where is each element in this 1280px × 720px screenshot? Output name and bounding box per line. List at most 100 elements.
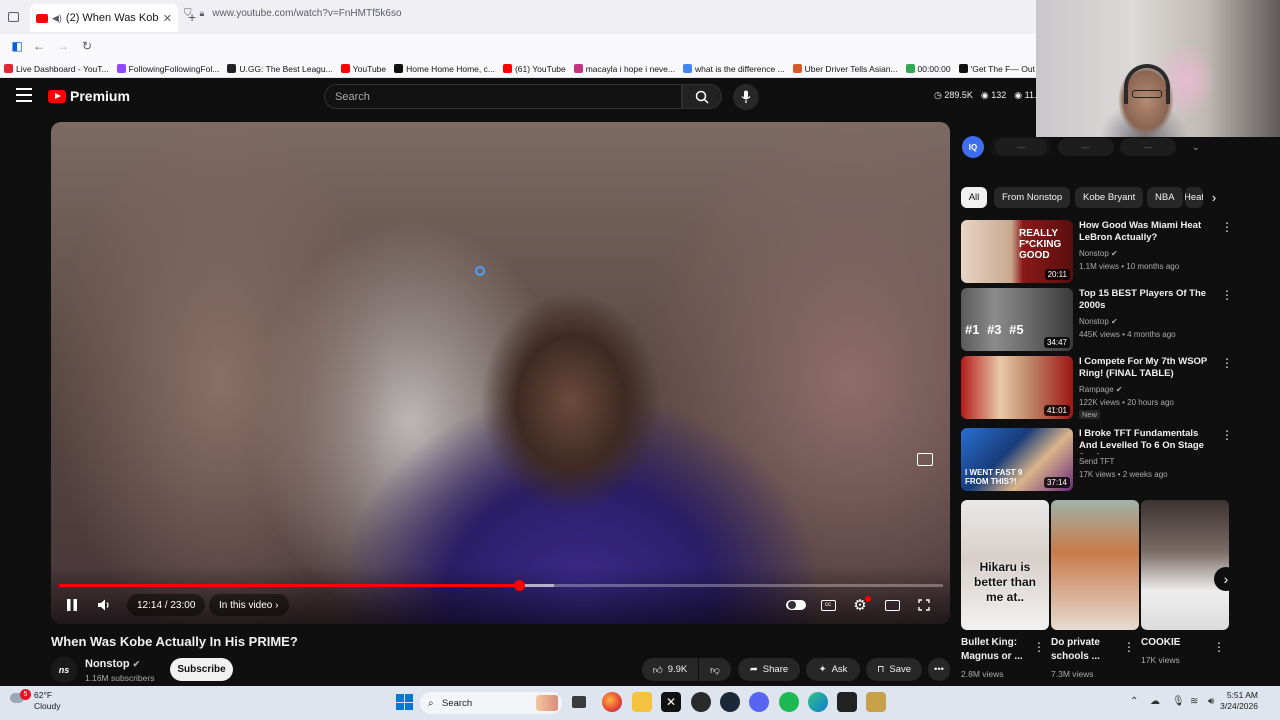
video-thumbnail[interactable]: #1 #3 #5 34:47 <box>961 288 1073 351</box>
discord-icon[interactable] <box>749 692 769 712</box>
short-thumbnail[interactable] <box>1141 500 1229 630</box>
recommendation-item[interactable]: I WENT FAST 9 FROM THIS?! 37:14 I Broke … <box>961 428 1233 492</box>
share-button[interactable]: ➦ Share <box>738 658 800 681</box>
edge-icon[interactable] <box>808 692 828 712</box>
recommendation-channel[interactable]: Rampage ✔ <box>1079 385 1123 394</box>
short-title[interactable]: Do private schools ... <box>1051 636 1121 664</box>
shield-icon[interactable]: ⛉ <box>184 8 192 19</box>
shorts-next-icon[interactable]: › <box>1214 567 1238 591</box>
video-thumbnail[interactable]: REALLY F*CKING GOOD 20:11 <box>961 220 1073 283</box>
bookmark-item[interactable]: U.GG: The Best Leagu... <box>223 64 336 74</box>
recommendation-item[interactable]: #1 #3 #5 34:47 Top 15 BEST Players Of Th… <box>961 288 1233 352</box>
fullscreen-button[interactable] <box>913 594 935 616</box>
short-title[interactable]: Bullet King: Magnus or ... <box>961 636 1031 664</box>
chip-kobe-bryant[interactable]: Kobe Bryant <box>1075 187 1144 208</box>
more-options-icon[interactable]: ⋮ <box>1123 640 1135 654</box>
short-thumbnail[interactable] <box>1051 500 1139 630</box>
sidebar-toggle-icon[interactable]: ◧ <box>10 39 24 53</box>
bookmark-item[interactable]: YouTube <box>337 64 390 74</box>
channel-name[interactable]: Nonstop ✔ <box>85 658 140 670</box>
bookmark-item[interactable]: FollowingFollowingFol... <box>113 64 224 74</box>
close-tab-icon[interactable]: ✕ <box>163 12 172 25</box>
more-actions-button[interactable]: ••• <box>928 658 950 681</box>
taskbar-search[interactable]: ⌕ Search <box>420 692 562 714</box>
tab-list-icon[interactable] <box>8 12 19 22</box>
chip-heat[interactable]: Heat <box>1185 187 1203 208</box>
short-thumbnail[interactable]: Hikaru is better than me at.. <box>961 500 1049 630</box>
theater-mode-button[interactable] <box>881 594 903 616</box>
more-options-icon[interactable]: ⋮ <box>1033 640 1045 654</box>
bookmark-item[interactable]: (61) YouTube <box>499 64 570 74</box>
progress-bar[interactable] <box>59 580 943 591</box>
wifi-icon[interactable]: ≋ <box>1190 696 1198 707</box>
video-thumbnail[interactable]: I WENT FAST 9 FROM THIS?! 37:14 <box>961 428 1073 491</box>
subscribe-button[interactable]: Subscribe <box>170 658 233 681</box>
bookmark-item[interactable]: Uber Driver Tells Asian... <box>789 64 902 74</box>
menu-icon[interactable] <box>16 88 32 102</box>
video-player[interactable]: 12:14 / 23:00 In this video › cc ⚙ <box>51 122 950 624</box>
search-input[interactable]: Search <box>324 84 682 109</box>
chip-nba[interactable]: NBA <box>1147 187 1183 208</box>
obs-icon[interactable] <box>691 692 711 712</box>
recommendation-item[interactable]: 41:01 I Compete For My 7th WSOP Ring! (F… <box>961 356 1233 426</box>
forward-icon[interactable]: → <box>56 39 70 53</box>
windows-start-icon[interactable] <box>394 692 414 712</box>
recommendation-channel[interactable]: Nonstop ✔ <box>1079 317 1118 326</box>
lock-icon[interactable]: 🔒︎ <box>200 8 205 19</box>
miniplayer-icon[interactable] <box>917 453 933 466</box>
search-button[interactable] <box>682 84 722 109</box>
chip-all[interactable]: All <box>961 187 987 208</box>
iq-pill-2[interactable]: — <box>1058 138 1114 156</box>
chips-next-icon[interactable]: › <box>1204 187 1224 208</box>
mic-tray-icon[interactable]: 🎙︎ <box>1172 696 1185 707</box>
recommendation-item[interactable]: REALLY F*CKING GOOD 20:11 How Good Was M… <box>961 220 1233 284</box>
volume-button[interactable] <box>93 594 115 616</box>
firefox-icon[interactable] <box>602 692 622 712</box>
steam-icon[interactable] <box>720 692 740 712</box>
app-icon[interactable] <box>837 692 857 712</box>
recommendation-title[interactable]: I Compete For My 7th WSOP Ring! (FINAL T… <box>1079 356 1215 380</box>
x-app-icon[interactable]: ✕ <box>661 692 681 712</box>
more-options-icon[interactable]: ⋮ <box>1221 221 1233 233</box>
captions-button[interactable]: cc <box>817 594 839 616</box>
iq-pill-1[interactable]: — <box>995 138 1047 156</box>
chevron-down-icon[interactable]: ⌄ <box>1192 142 1200 153</box>
youtube-premium-logo[interactable]: Premium <box>48 88 130 104</box>
browser-tab-active[interactable]: ◀) (2) When Was Kobe Actuall ✕ <box>30 4 178 32</box>
short-title[interactable]: COOKIE <box>1141 636 1211 650</box>
voice-search-button[interactable] <box>733 84 759 110</box>
recommendation-channel[interactable]: Send TFT <box>1079 457 1114 466</box>
app-w-icon[interactable] <box>866 692 886 712</box>
recommendation-title[interactable]: How Good Was Miami Heat LeBron Actually? <box>1079 220 1215 244</box>
back-icon[interactable]: ← <box>32 39 46 53</box>
iq-pill-group[interactable]: — <box>990 137 1052 157</box>
task-view-icon[interactable] <box>572 696 586 708</box>
channel-avatar[interactable]: ns <box>51 657 77 683</box>
chapter-button[interactable]: In this video › <box>209 594 289 616</box>
bookmark-item[interactable]: Live Dashboard - YouT... <box>0 64 113 74</box>
iq-logo[interactable]: IQ <box>962 136 984 158</box>
settings-button[interactable]: ⚙ <box>849 594 871 616</box>
progress-scrubber[interactable] <box>513 580 525 591</box>
weather-widget[interactable]: 62°F Cloudy <box>34 690 60 712</box>
system-clock[interactable]: 5:51 AM 3/24/2026 <box>1220 690 1258 712</box>
recommendation-title[interactable]: I Broke TFT Fundamentals And Levelled To… <box>1079 428 1215 454</box>
bookmark-item[interactable]: 00:00:00 <box>902 64 955 74</box>
pause-button[interactable] <box>61 594 83 616</box>
iq-pill-3[interactable]: — <box>1120 138 1176 156</box>
save-button[interactable]: ⊓ Save <box>866 658 922 681</box>
audio-playing-icon[interactable]: ◀) <box>52 13 62 24</box>
autoplay-toggle[interactable] <box>785 594 807 616</box>
ask-button[interactable]: ✦ Ask <box>806 658 860 681</box>
more-options-icon[interactable]: ⋮ <box>1221 357 1233 369</box>
chip-from-nonstop[interactable]: From Nonstop <box>994 187 1071 208</box>
video-thumbnail[interactable]: 41:01 <box>961 356 1073 419</box>
address-field[interactable]: ⛉ 🔒︎ www.youtube.com/watch?v=FnHMTf5k6so <box>176 3 1036 23</box>
more-options-icon[interactable]: ⋮ <box>1221 429 1233 441</box>
bookmark-item[interactable]: macayla i hope i neve... <box>570 64 679 74</box>
spotify-icon[interactable] <box>779 692 799 712</box>
tray-chevron-icon[interactable]: ⌃ <box>1130 696 1138 707</box>
recommendation-channel[interactable]: Nonstop ✔ <box>1079 249 1118 258</box>
bookmark-item[interactable]: what is the difference ... <box>679 64 789 74</box>
file-explorer-icon[interactable] <box>632 692 652 712</box>
